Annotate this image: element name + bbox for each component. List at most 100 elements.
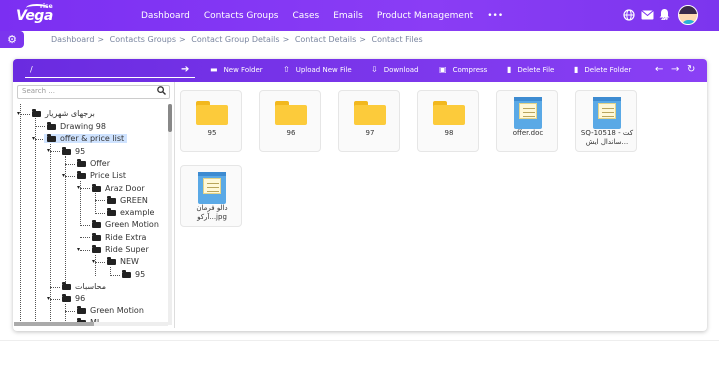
folder-icon	[433, 101, 465, 125]
tree-node[interactable]: Offer	[77, 158, 110, 168]
path-input[interactable]	[25, 63, 195, 78]
refresh-icon[interactable]: ↻	[687, 64, 695, 75]
search-placeholder: Search ...	[22, 87, 55, 95]
file-tile-doc[interactable]: SQ-10518 - کت ساندال ایش...	[575, 90, 637, 152]
collapse-toggle-icon[interactable]: ▾	[32, 135, 35, 142]
tree-node[interactable]: Drawing 98	[47, 121, 106, 131]
delete-folder-button[interactable]: ▮ Delete Folder	[574, 65, 631, 74]
upload-icon: ⇧	[283, 65, 290, 74]
folder-icon	[47, 133, 56, 142]
tree-node[interactable]: محاسبات	[62, 281, 106, 291]
nav-product-management[interactable]: Product Management	[377, 11, 473, 21]
tree-scrollbar[interactable]	[168, 104, 172, 325]
tree-node[interactable]: Price List	[77, 170, 126, 180]
settings-button[interactable]: ⚙	[0, 31, 24, 48]
tree-node[interactable]: Green Motion	[77, 305, 144, 315]
collapse-toggle-icon[interactable]: ▾	[77, 246, 80, 253]
search-icon[interactable]	[157, 86, 166, 98]
tree-node[interactable]: 95	[62, 146, 85, 156]
folder-icon: ▬	[210, 65, 218, 74]
breadcrumb-contact-group-details[interactable]: Contact Group Details	[191, 35, 279, 44]
gear-icon: ⚙	[7, 33, 17, 46]
globe-icon[interactable]	[623, 9, 635, 24]
folder-icon	[62, 146, 71, 155]
folder-tree: ▾ برجهای شهریار Drawing 98 ▾ offer & pri…	[14, 104, 172, 325]
tree-node[interactable]: Ride Super	[92, 244, 149, 254]
document-icon	[514, 97, 542, 129]
file-tile-folder[interactable]: 96	[259, 90, 321, 152]
brand-tag: rise	[40, 3, 53, 10]
collapse-toggle-icon[interactable]: ▾	[77, 184, 80, 191]
tree-node[interactable]: Araz Door	[92, 183, 145, 193]
tree-node[interactable]: 96	[62, 293, 85, 303]
compress-icon: ▣	[439, 65, 447, 74]
folder-icon	[62, 293, 71, 302]
folder-icon	[107, 195, 116, 204]
folder-icon	[354, 101, 386, 125]
folder-icon	[62, 281, 71, 290]
file-tile-image[interactable]: دالو فرمان آرکو...jpg	[180, 165, 242, 227]
main-nav: Dashboard Contacts Groups Cases Emails P…	[141, 0, 517, 31]
nav-cases[interactable]: Cases	[292, 11, 319, 21]
folder-icon	[92, 183, 101, 192]
delete-file-button[interactable]: ▮ Delete File	[507, 65, 554, 74]
forward-arrow-icon[interactable]: →	[671, 64, 679, 75]
trash-icon: ▮	[574, 65, 579, 74]
breadcrumb-contacts-groups[interactable]: Contacts Groups	[110, 35, 176, 44]
trash-icon: ▮	[507, 65, 512, 74]
tree-node[interactable]: 95	[122, 269, 145, 279]
tree-node[interactable]: NEW	[107, 256, 139, 266]
tree-node[interactable]: برجهای شهریار	[32, 108, 95, 118]
file-tile-doc[interactable]: offer.doc	[496, 90, 558, 152]
path-value: /	[30, 65, 33, 74]
folder-icon	[47, 121, 56, 130]
notification-badge: 24	[661, 16, 668, 22]
collapse-toggle-icon[interactable]: ▾	[92, 258, 95, 265]
file-tile-folder[interactable]: 95	[180, 90, 242, 152]
folder-icon	[32, 108, 41, 117]
folder-icon	[92, 219, 101, 228]
nav-more[interactable]: •••	[487, 11, 503, 21]
document-icon	[593, 97, 621, 129]
nav-dashboard[interactable]: Dashboard	[141, 11, 190, 21]
collapse-toggle-icon[interactable]: ▾	[17, 110, 20, 117]
back-arrow-icon[interactable]: ←	[655, 64, 663, 75]
collapse-toggle-icon[interactable]: ▾	[62, 172, 65, 179]
tree-hscrollbar-thumb[interactable]	[14, 322, 94, 326]
compress-button[interactable]: ▣ Compress	[439, 65, 487, 74]
breadcrumb-dashboard[interactable]: Dashboard	[51, 35, 94, 44]
folder-icon	[92, 232, 101, 241]
upload-button[interactable]: ⇧ Upload New File	[283, 65, 352, 74]
nav-contacts-groups[interactable]: Contacts Groups	[204, 11, 279, 21]
avatar[interactable]	[678, 5, 698, 25]
folder-icon	[77, 305, 86, 314]
page-divider	[0, 340, 719, 341]
folder-icon	[107, 256, 116, 265]
tree-node[interactable]: Green Motion	[92, 219, 159, 229]
file-tile-folder[interactable]: 97	[338, 90, 400, 152]
new-folder-button[interactable]: ▬ New Folder	[210, 65, 263, 74]
folder-icon	[122, 269, 131, 278]
download-icon: ⇩	[371, 65, 378, 74]
folder-icon	[77, 158, 86, 167]
mail-icon[interactable]	[641, 10, 654, 23]
breadcrumb: Dashboard > Contacts Groups > Contact Grou…	[51, 35, 423, 44]
image-file-icon	[198, 172, 226, 204]
brand-name: Vega	[16, 8, 53, 24]
folder-icon	[92, 244, 101, 253]
tree-node[interactable]: Ride Extra	[92, 232, 146, 242]
file-tile-folder[interactable]: 98	[417, 90, 479, 152]
tree-node-selected[interactable]: offer & price list	[44, 133, 128, 143]
nav-emails[interactable]: Emails	[333, 11, 363, 21]
breadcrumb-contact-details[interactable]: Contact Details	[295, 35, 356, 44]
collapse-toggle-icon[interactable]: ▾	[47, 295, 50, 302]
brand-logo[interactable]: Vega rise	[16, 2, 58, 28]
go-arrow-icon[interactable]: ➔	[181, 64, 189, 75]
tree-node[interactable]: GREEN	[107, 195, 148, 205]
folder-icon	[196, 101, 228, 125]
tree-node[interactable]: example	[107, 207, 154, 217]
collapse-toggle-icon[interactable]: ▾	[47, 147, 50, 154]
download-button[interactable]: ⇩ Download	[371, 65, 419, 74]
folder-icon	[275, 101, 307, 125]
tree-scrollbar-thumb[interactable]	[168, 104, 172, 132]
